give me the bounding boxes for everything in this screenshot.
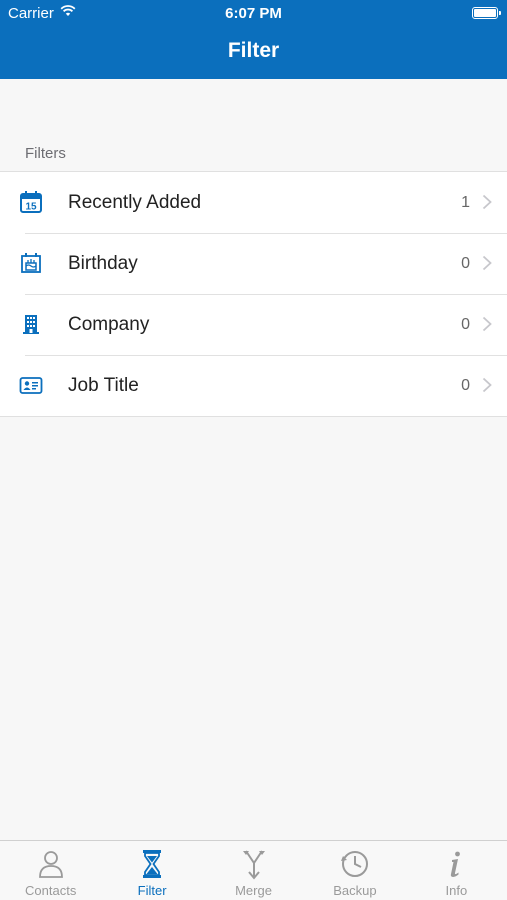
tab-label: Contacts — [25, 883, 77, 898]
section-header-filters: Filters — [25, 145, 66, 162]
tab-label: Info — [445, 883, 468, 898]
filter-list: 15 Recently Added 1 Birthday 0 Company 0… — [0, 171, 507, 417]
tab-bar: Contacts Filter Merge Backup Info — [0, 840, 507, 900]
filter-count: 0 — [461, 315, 470, 333]
filter-label: Job Title — [68, 374, 139, 396]
page-title: Filter — [227, 39, 280, 62]
chevron-right-icon — [482, 377, 492, 393]
tab-merge[interactable]: Merge — [203, 841, 304, 900]
id-card-icon — [19, 377, 43, 394]
filter-row-recently-added[interactable]: 15 Recently Added 1 — [0, 172, 507, 233]
filter-count: 0 — [461, 254, 470, 272]
chevron-right-icon — [482, 194, 492, 210]
chevron-right-icon — [482, 255, 492, 271]
building-icon — [23, 315, 39, 334]
status-time: 6:07 PM — [225, 5, 282, 22]
tab-backup[interactable]: Backup — [304, 841, 405, 900]
person-icon — [38, 851, 63, 878]
tab-filter[interactable]: Filter — [101, 841, 202, 900]
filter-count: 1 — [461, 193, 470, 211]
tab-label: Filter — [137, 883, 167, 898]
calendar-15-icon: 15 — [20, 191, 42, 213]
filter-row-birthday[interactable]: Birthday 0 — [0, 233, 507, 294]
filter-count: 0 — [461, 376, 470, 394]
merge-icon — [242, 850, 265, 880]
filter-label: Company — [68, 313, 150, 335]
filter-label: Recently Added — [68, 191, 202, 213]
filter-row-job-title[interactable]: Job Title 0 — [0, 355, 507, 416]
clock-icon — [340, 851, 368, 877]
filter-row-company[interactable]: Company 0 — [0, 294, 507, 355]
calendar-day-number: 15 — [25, 202, 37, 213]
navigation-header: Carrier 6:07 PM Filter — [0, 0, 507, 79]
status-bar: Carrier 6:07 PM — [0, 0, 507, 28]
tab-info[interactable]: Info — [406, 841, 507, 900]
info-icon — [451, 851, 461, 877]
tab-contacts[interactable]: Contacts — [0, 841, 101, 900]
tab-label: Backup — [333, 883, 377, 898]
battery-icon — [472, 7, 501, 19]
birthday-cake-icon — [21, 253, 41, 273]
hourglass-icon — [143, 850, 162, 878]
filter-label: Birthday — [68, 252, 138, 274]
tab-label: Merge — [235, 883, 272, 898]
chevron-right-icon — [482, 316, 492, 332]
